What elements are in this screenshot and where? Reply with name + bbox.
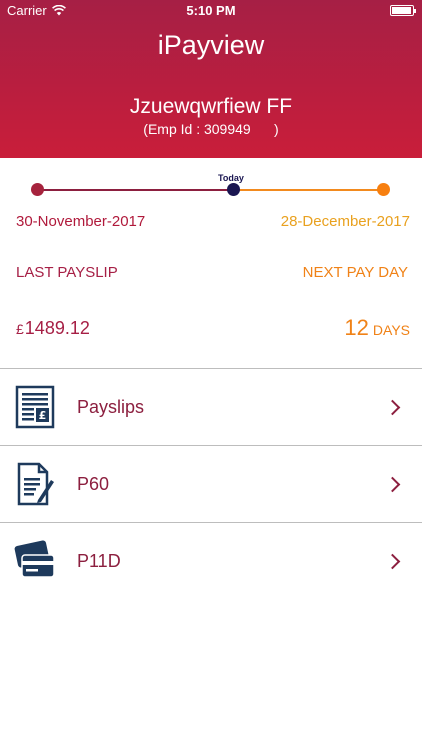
p60-document-pen-icon <box>17 462 54 506</box>
timeline-past-line <box>37 189 233 191</box>
days-until-pay: 12 DAYS <box>344 315 410 341</box>
app-title: iPayview <box>157 30 265 60</box>
user-name: Jzuewqwrfiew FF <box>129 95 293 118</box>
pay-timeline: Today 30-November-2017 28-December-2017 … <box>0 158 422 368</box>
last-payslip-date: 30-November-2017 <box>16 213 146 230</box>
header: Carrier 5:10 PM iPayview Jzuewqwrfiew FF… <box>0 0 422 158</box>
last-payslip-label: LAST PAYSLIP <box>16 264 118 281</box>
next-pay-date: 28-December-2017 <box>280 213 410 230</box>
last-payslip-amount: £1489.12 <box>16 318 90 339</box>
menu-list: £ Payslips P60 P11D <box>0 368 422 599</box>
battery-icon <box>390 5 416 16</box>
menu-label-p60: P60 <box>77 473 110 494</box>
today-label: Today <box>218 173 244 183</box>
menu-label-payslips: Payslips <box>77 396 145 417</box>
p11d-cards-icon <box>14 540 55 578</box>
menu-item-p11d[interactable]: P11D <box>0 522 422 599</box>
timeline-start-dot <box>31 183 44 196</box>
menu-item-p60[interactable]: P60 <box>0 445 422 522</box>
amount-value: 1489.12 <box>24 318 90 338</box>
timeline-future-line <box>233 189 384 191</box>
timeline-today-dot <box>227 183 240 196</box>
timeline-end-dot <box>377 183 390 196</box>
chevron-right-icon <box>384 476 401 492</box>
next-pay-day-label: NEXT PAY DAY <box>302 264 408 281</box>
menu-label-p11d: P11D <box>77 550 121 571</box>
chevron-right-icon <box>384 553 401 569</box>
status-bar: Carrier 5:10 PM <box>0 0 422 22</box>
chevron-right-icon <box>384 399 401 415</box>
currency-symbol: £ <box>16 321 24 337</box>
status-time: 5:10 PM <box>186 3 236 18</box>
days-count: 12 <box>344 315 369 340</box>
days-unit: DAYS <box>372 322 410 338</box>
employee-id: (Emp Id : 309949 ) <box>143 121 279 137</box>
payslip-document-icon: £ <box>15 385 55 429</box>
menu-item-payslips[interactable]: £ Payslips <box>0 368 422 445</box>
svg-text:£: £ <box>39 409 47 422</box>
